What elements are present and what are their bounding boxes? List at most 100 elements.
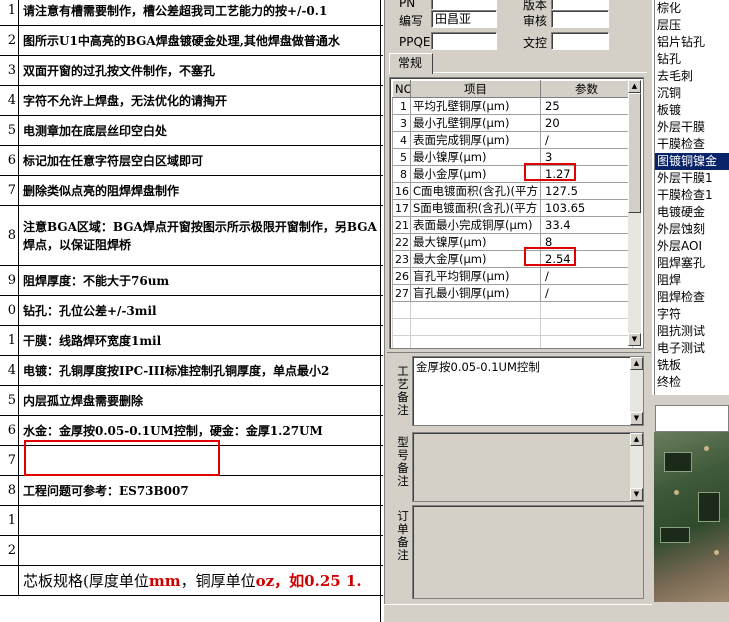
process-filter-field[interactable]: [655, 405, 729, 432]
revision-field[interactable]: [551, 0, 609, 10]
process-item[interactable]: 字符: [655, 306, 729, 323]
process-item[interactable]: 电镀硬金: [655, 204, 729, 221]
document-control-field[interactable]: [551, 32, 609, 50]
column-header-value[interactable]: 参数: [540, 80, 633, 98]
cell-item[interactable]: 最小金厚(μm): [410, 165, 541, 183]
process-item[interactable]: 图镀铜镍金: [655, 153, 729, 170]
cell-no[interactable]: 23: [392, 250, 411, 268]
cell-value[interactable]: 127.5: [540, 182, 633, 200]
table-row[interactable]: 22 最大镍厚(μm) 8: [392, 233, 633, 251]
cell-no[interactable]: 1: [392, 97, 411, 115]
cell-item[interactable]: 平均孔壁铜厚(μm): [410, 97, 541, 115]
cell-item[interactable]: 最小镍厚(μm): [410, 148, 541, 166]
process-item[interactable]: 钻孔: [655, 51, 729, 68]
process-item[interactable]: 阻抗测试: [655, 323, 729, 340]
column-header-no[interactable]: NO: [392, 80, 411, 98]
instruction-text: 电镀：孔铜厚度按IPC-III标准控制孔铜厚度，单点最小2: [23, 363, 330, 378]
note-scrollbar[interactable]: ▲ ▼: [630, 433, 643, 501]
cell-item[interactable]: 最小孔壁铜厚(μm): [410, 114, 541, 132]
table-row[interactable]: 4 表面完成铜厚(μm) /: [392, 131, 633, 149]
table-row[interactable]: 26 盲孔平均铜厚(μm) /: [392, 267, 633, 285]
process-item[interactable]: 沉铜: [655, 85, 729, 102]
scroll-thumb[interactable]: [628, 93, 641, 213]
cell-no[interactable]: 22: [392, 233, 411, 251]
process-item[interactable]: 阻焊: [655, 272, 729, 289]
document-control-label: 文控: [523, 36, 548, 50]
table-row[interactable]: 21 表面最小完成铜厚(μm) 33.4: [392, 216, 633, 234]
pn-field[interactable]: [431, 0, 497, 10]
process-item[interactable]: 棕化: [655, 0, 729, 17]
cell-no[interactable]: 16: [392, 182, 411, 200]
process-item[interactable]: 外层AOI: [655, 238, 729, 255]
table-row[interactable]: 23 最大金厚(μm) 2.54: [392, 250, 633, 268]
process-item[interactable]: 层压: [655, 17, 729, 34]
cell-item[interactable]: 盲孔最小铜厚(μm): [410, 284, 541, 302]
cell-item[interactable]: S面电镀面积(含孔)(平方: [410, 199, 541, 217]
cell-value[interactable]: /: [540, 131, 633, 149]
tab-general[interactable]: 常规: [389, 53, 433, 74]
grid-scrollbar[interactable]: ▲ ▼: [628, 80, 641, 346]
table-row[interactable]: 27 盲孔最小铜厚(μm) /: [392, 284, 633, 302]
process-item[interactable]: 去毛刺: [655, 68, 729, 85]
cell-value[interactable]: /: [540, 267, 633, 285]
process-list[interactable]: 棕化 层压 铝片钻孔 钻孔 去毛刺 沉铜 板镀 外层干膜 干膜检查 图镀铜镍金 外层干膜1 干膜检查1…: [654, 0, 729, 395]
process-item[interactable]: 干膜检查1: [655, 187, 729, 204]
order-note-textarea[interactable]: [412, 505, 644, 599]
cell-item[interactable]: 最大镍厚(μm): [410, 233, 541, 251]
cell-value[interactable]: /: [540, 284, 633, 302]
table-row[interactable]: 1 平均孔壁铜厚(μm) 25: [392, 97, 633, 115]
process-item[interactable]: 板镀: [655, 102, 729, 119]
table-row[interactable]: 16 C面电镀面积(含孔)(平方 127.5: [392, 182, 633, 200]
ppqe-field[interactable]: [431, 32, 497, 50]
table-row[interactable]: 8 最小金厚(μm) 1.27: [392, 165, 633, 183]
process-item[interactable]: 阻焊塞孔: [655, 255, 729, 272]
process-item[interactable]: 外层干膜1: [655, 170, 729, 187]
cell-no[interactable]: 5: [392, 148, 411, 166]
cell-no[interactable]: 27: [392, 284, 411, 302]
process-item[interactable]: 外层干膜: [655, 119, 729, 136]
chip-shape: [664, 452, 692, 472]
scroll-down-icon[interactable]: ▼: [628, 333, 641, 346]
empty-cell: [410, 335, 541, 348]
cell-value[interactable]: 33.4: [540, 216, 633, 234]
process-item[interactable]: 外层蚀刻: [655, 221, 729, 238]
cell-value[interactable]: 103.65: [540, 199, 633, 217]
cell-no[interactable]: 17: [392, 199, 411, 217]
editor-field[interactable]: 田昌亚: [431, 10, 497, 28]
row-number: 8: [0, 476, 19, 505]
table-row: 8 注意BGA区域：BGA焊点开窗按图示所示极限开窗制作，另BGA焊点，以保证阻焊…: [0, 206, 383, 266]
scroll-down-icon[interactable]: ▼: [630, 412, 643, 425]
scroll-up-icon[interactable]: ▲: [630, 357, 643, 370]
cell-value[interactable]: 25: [540, 97, 633, 115]
process-item[interactable]: 终检: [655, 374, 729, 391]
cell-item[interactable]: 表面完成铜厚(μm): [410, 131, 541, 149]
cell-item[interactable]: 最大金厚(μm): [410, 250, 541, 268]
cell-value[interactable]: 20: [540, 114, 633, 132]
row-number: 1: [0, 0, 19, 25]
board-preview-image: [654, 432, 729, 602]
process-note-textarea[interactable]: 金厚按0.05-0.1UM控制 ▲ ▼: [412, 356, 644, 426]
review-field[interactable]: [551, 10, 609, 28]
process-item[interactable]: 铣板: [655, 357, 729, 374]
scroll-up-icon[interactable]: ▲: [630, 433, 643, 446]
model-note-textarea[interactable]: ▲ ▼: [412, 432, 644, 502]
process-item[interactable]: 干膜检查: [655, 136, 729, 153]
column-header-item[interactable]: 项目: [410, 80, 541, 98]
process-item[interactable]: 阻焊检查: [655, 289, 729, 306]
cell-no[interactable]: 4: [392, 131, 411, 149]
note-scrollbar[interactable]: ▲ ▼: [630, 357, 643, 425]
cell-no[interactable]: 26: [392, 267, 411, 285]
process-item[interactable]: 铝片钻孔: [655, 34, 729, 51]
cell-no[interactable]: 3: [392, 114, 411, 132]
table-row[interactable]: 3 最小孔壁铜厚(μm) 20: [392, 114, 633, 132]
scroll-down-icon[interactable]: ▼: [630, 488, 643, 501]
cell-item[interactable]: C面电镀面积(含孔)(平方: [410, 182, 541, 200]
process-item[interactable]: 电子测试: [655, 340, 729, 357]
scroll-up-icon[interactable]: ▲: [628, 80, 641, 93]
table-row[interactable]: 5 最小镍厚(μm) 3: [392, 148, 633, 166]
cell-no[interactable]: 8: [392, 165, 411, 183]
cell-item[interactable]: 表面最小完成铜厚(μm): [410, 216, 541, 234]
table-row[interactable]: 17 S面电镀面积(含孔)(平方 103.65: [392, 199, 633, 217]
cell-item[interactable]: 盲孔平均铜厚(μm): [410, 267, 541, 285]
cell-no[interactable]: 21: [392, 216, 411, 234]
